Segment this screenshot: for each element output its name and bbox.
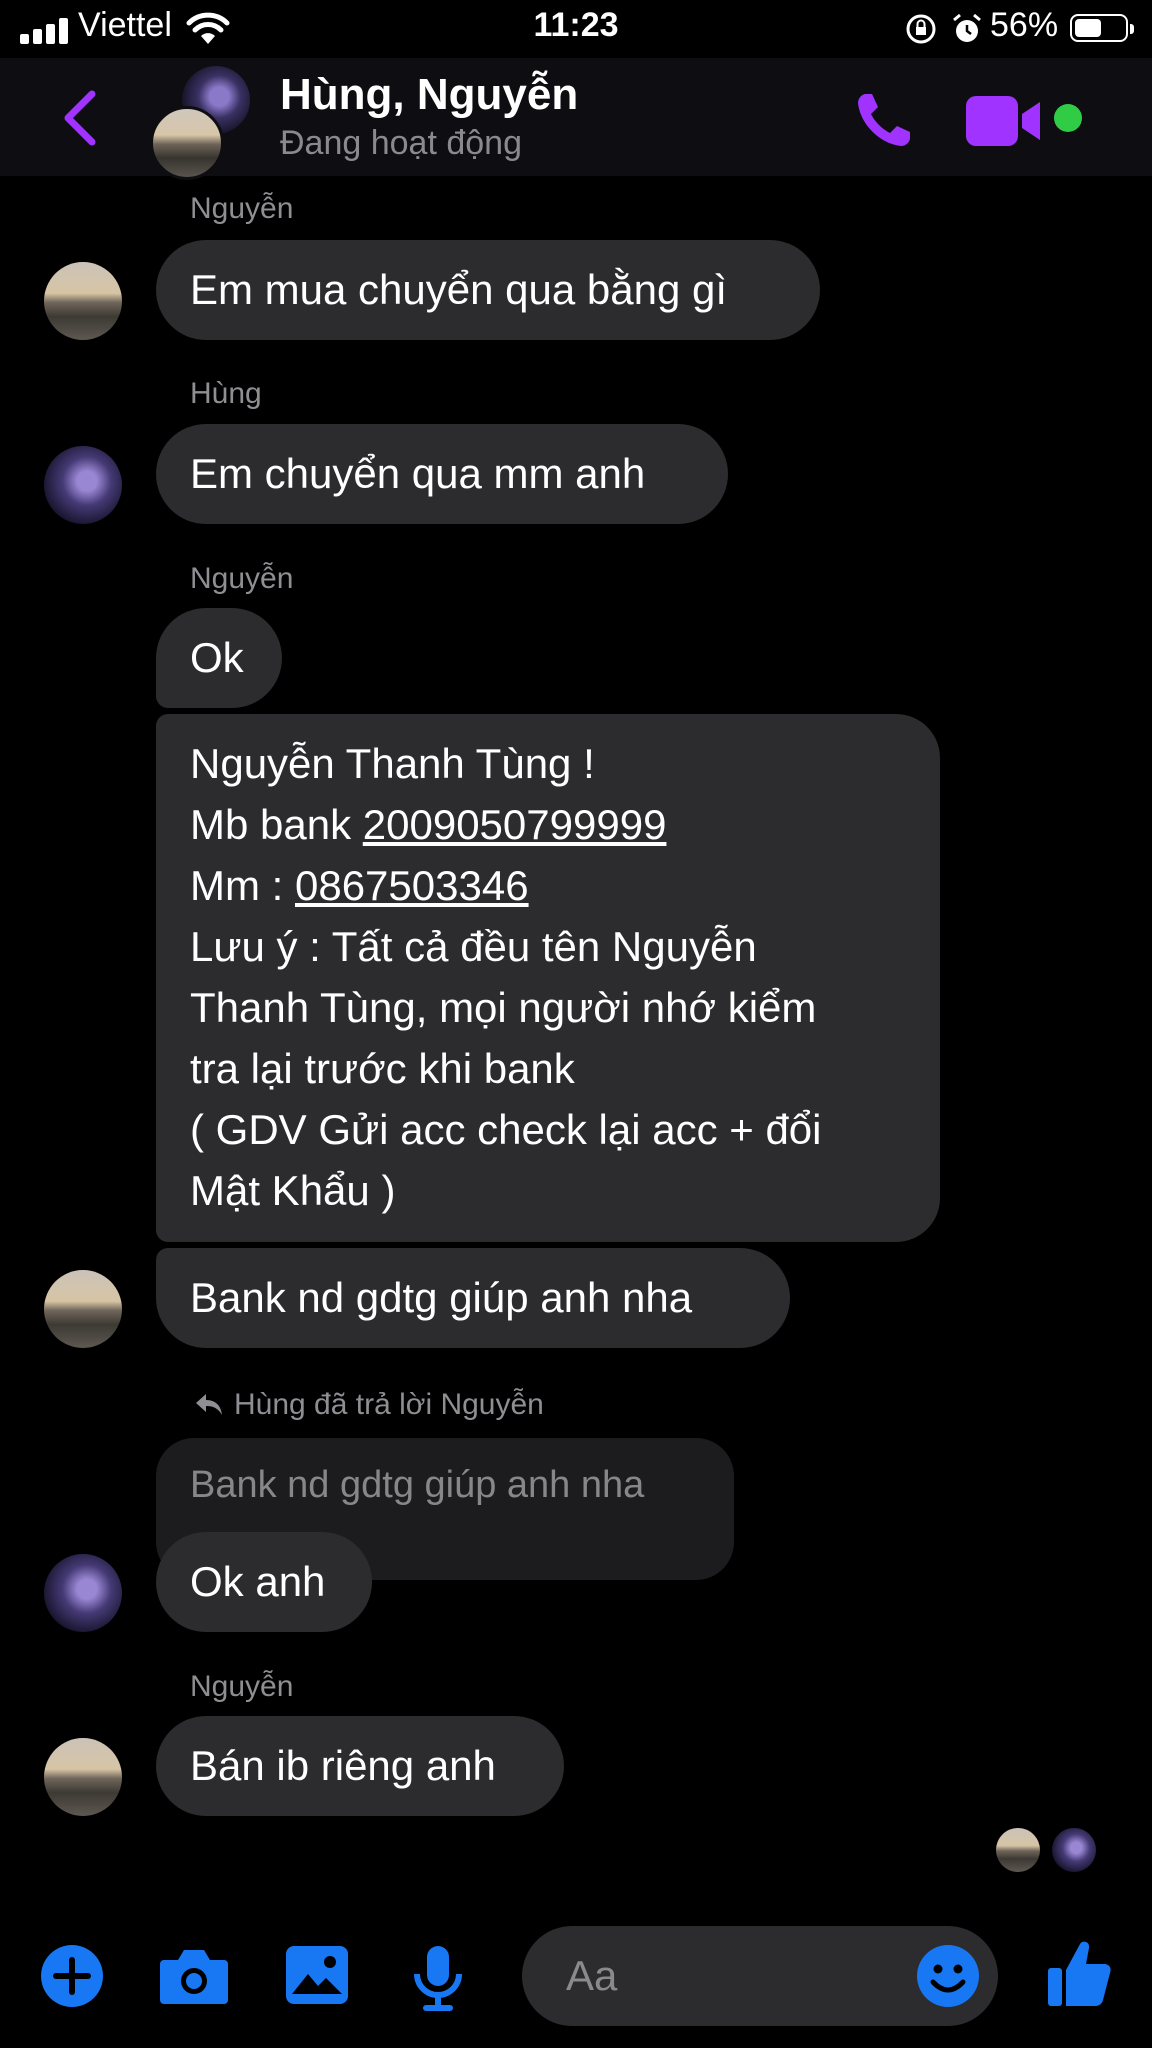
gallery-icon[interactable] <box>284 1944 350 2006</box>
payment-info-message[interactable]: Nguyễn Thanh Tùng ! Mb bank 200905079999… <box>156 714 940 1242</box>
conversation-title[interactable]: Hùng, Nguyễn <box>280 70 578 120</box>
rotation-lock-icon <box>906 14 936 44</box>
avatar-nguyen[interactable] <box>44 1270 122 1348</box>
battery-percent: 56% <box>990 6 1059 44</box>
status-bar: Viettel 11:23 56% <box>0 0 1152 58</box>
bank-account-number-link[interactable]: 2009050799999 <box>363 801 667 848</box>
reply-label: Hùng đã trả lời Nguyễn <box>194 1388 544 1422</box>
reply-label-text: Hùng đã trả lời Nguyễn <box>234 1388 544 1421</box>
camera-icon[interactable] <box>158 1944 230 2008</box>
avatar-hung[interactable] <box>44 1554 122 1632</box>
back-icon[interactable] <box>58 88 102 148</box>
message-input[interactable]: Aa <box>522 1926 998 2026</box>
message-line: Mm : 0867503346 <box>190 855 906 916</box>
sender-name: Nguyễn <box>190 562 294 595</box>
message-bubble[interactable]: Bank nd gdtg giúp anh nha <box>156 1248 790 1348</box>
message-bubble[interactable]: Bán ib riêng anh <box>156 1716 564 1816</box>
reply-icon <box>196 1394 222 1415</box>
phone-icon[interactable] <box>852 88 916 152</box>
avatar-nguyen[interactable] <box>44 1738 122 1816</box>
phone-number-link[interactable]: 0867503346 <box>295 862 529 909</box>
alarm-icon <box>953 13 981 42</box>
seen-avatar-nguyen <box>996 1828 1040 1872</box>
message-line: Mật Khẩu ) <box>190 1167 396 1214</box>
message-line: Thanh Tùng, mọi người nhớ kiểm <box>190 984 817 1031</box>
sender-name: Nguyễn <box>190 192 294 225</box>
chat-header: Hùng, Nguyễn Đang hoạt động <box>0 58 1152 180</box>
active-status: Đang hoạt động <box>280 124 522 162</box>
message-line: Lưu ý : Tất cả đều tên Nguyễn <box>190 923 757 970</box>
online-indicator <box>1054 104 1082 132</box>
message-bubble[interactable]: Em chuyển qua mm anh <box>156 424 728 524</box>
thumbs-up-icon[interactable] <box>1046 1938 1112 2008</box>
plus-icon[interactable] <box>40 1944 104 2008</box>
message-line: Mb bank 2009050799999 <box>190 794 906 855</box>
group-avatar[interactable] <box>150 66 254 180</box>
sender-name: Hùng <box>190 377 262 410</box>
composer-toolbar: Aa <box>0 1918 1152 2048</box>
avatar-nguyen[interactable] <box>44 262 122 340</box>
seen-avatar-hung <box>1052 1828 1096 1872</box>
message-bubble[interactable]: Ok anh <box>156 1532 372 1632</box>
video-icon[interactable] <box>966 96 1042 146</box>
battery-icon <box>1070 14 1134 42</box>
avatar-hung[interactable] <box>44 446 122 524</box>
sender-name: Nguyễn <box>190 1670 294 1703</box>
message-bubble[interactable]: Ok <box>156 608 282 708</box>
message-line: tra lại trước khi bank <box>190 1045 575 1092</box>
microphone-icon[interactable] <box>412 1944 464 2012</box>
message-line: ( GDV Gửi acc check lại acc + đổi <box>190 1106 822 1153</box>
bank-label: Mb bank <box>190 801 363 848</box>
emoji-icon[interactable] <box>916 1944 980 2008</box>
message-input-placeholder: Aa <box>566 1952 618 1999</box>
message-bubble[interactable]: Em mua chuyển qua bằng gì <box>156 240 820 340</box>
mm-label: Mm : <box>190 862 295 909</box>
avatar-nguyen <box>150 106 224 180</box>
message-line: Nguyễn Thanh Tùng ! <box>190 740 595 787</box>
